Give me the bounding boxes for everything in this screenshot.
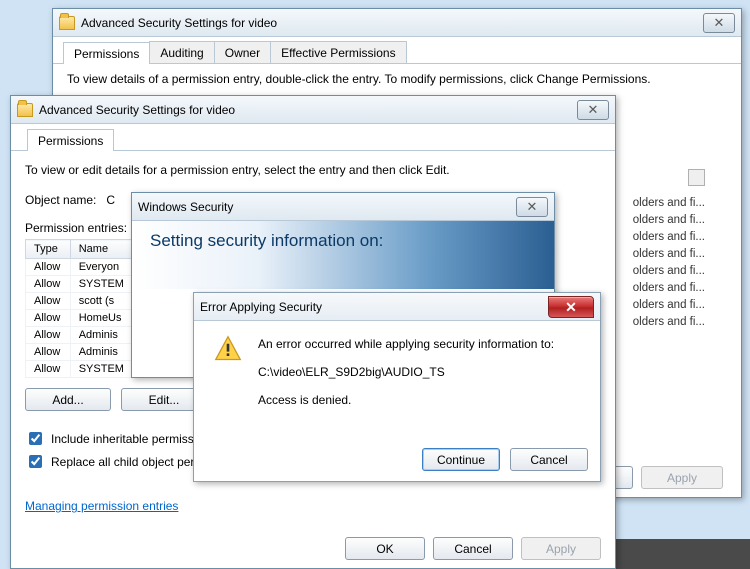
checkbox-label: Include inheritable permission <box>51 432 210 446</box>
back-title: Advanced Security Settings for video <box>81 16 277 30</box>
back-tabs: Permissions Auditing Owner Effective Per… <box>53 37 741 64</box>
table-row[interactable]: Allowscott (s <box>26 293 135 310</box>
ok-button[interactable]: OK <box>345 537 425 560</box>
front-hint: To view or edit details for a permission… <box>25 163 601 177</box>
cancel-button[interactable]: Cancel <box>433 537 513 560</box>
apply-to-item: olders and fi... <box>633 297 705 314</box>
close-icon[interactable]: ✕ <box>516 197 548 217</box>
error-dialog: Error Applying Security ✕ An error occur… <box>193 292 601 482</box>
error-buttons: Continue Cancel <box>422 448 588 471</box>
progress-heading: Setting security information on: <box>150 231 383 250</box>
apply-to-item: olders and fi... <box>633 195 705 212</box>
checkbox-icon[interactable] <box>29 455 42 468</box>
warning-icon <box>214 335 242 363</box>
error-titlebar: Error Applying Security ✕ <box>194 293 600 321</box>
error-line3: Access is denied. <box>258 391 554 409</box>
error-path: C:\video\ELR_S9D2big\AUDIO_TS <box>258 363 554 381</box>
tab-effective[interactable]: Effective Permissions <box>270 41 407 63</box>
background-strip <box>610 539 750 569</box>
folder-icon <box>59 16 75 30</box>
error-line1: An error occurred while applying securit… <box>258 335 554 353</box>
apply-to-item: olders and fi... <box>633 280 705 297</box>
table-row[interactable]: AllowSYSTEM <box>26 361 135 378</box>
progress-title: Windows Security <box>138 200 233 214</box>
permissions-table[interactable]: TypeName AllowEveryon AllowSYSTEM Allows… <box>25 239 135 378</box>
apply-to-item: olders and fi... <box>633 314 705 331</box>
add-button[interactable]: Add... <box>25 388 111 411</box>
tab-permissions[interactable]: Permissions <box>63 42 150 64</box>
apply-to-item: olders and fi... <box>633 229 705 246</box>
apply-button: Apply <box>641 466 723 489</box>
col-type[interactable]: Type <box>26 240 71 259</box>
apply-to-fragment: olders and fi... olders and fi... olders… <box>633 195 705 331</box>
checkbox-label: Replace all child object permi <box>51 455 207 469</box>
object-name-value: C <box>106 193 115 207</box>
cancel-button[interactable]: Cancel <box>510 448 588 471</box>
error-title: Error Applying Security <box>200 300 322 314</box>
front-title: Advanced Security Settings for video <box>39 103 235 117</box>
apply-to-item: olders and fi... <box>633 246 705 263</box>
object-name-label: Object name: <box>25 193 96 207</box>
front-tabs: Permissions <box>11 124 615 151</box>
close-icon[interactable]: ✕ <box>548 296 594 318</box>
front-button-row: OK Cancel Apply <box>345 537 601 560</box>
tab-auditing[interactable]: Auditing <box>149 41 214 63</box>
folder-icon <box>17 103 33 117</box>
apply-to-item: olders and fi... <box>633 263 705 280</box>
tab-permissions[interactable]: Permissions <box>27 129 114 151</box>
close-icon[interactable]: ✕ <box>703 13 735 33</box>
back-hint: To view details of a permission entry, d… <box>53 64 741 94</box>
table-row[interactable]: AllowAdminis <box>26 344 135 361</box>
table-row[interactable]: AllowHomeUs <box>26 310 135 327</box>
progress-titlebar: Windows Security ✕ <box>132 193 554 221</box>
apply-button: Apply <box>521 537 601 560</box>
tab-owner[interactable]: Owner <box>214 41 271 63</box>
scroll-stub[interactable] <box>688 169 705 186</box>
close-icon[interactable]: ✕ <box>577 100 609 120</box>
col-name[interactable]: Name <box>70 240 134 259</box>
table-row[interactable]: AllowSYSTEM <box>26 276 135 293</box>
table-row[interactable]: AllowAdminis <box>26 327 135 344</box>
managing-permissions-link[interactable]: Managing permission entries <box>25 499 178 513</box>
progress-heading-band: Setting security information on: <box>132 221 554 265</box>
table-row[interactable]: AllowEveryon <box>26 259 135 276</box>
continue-button[interactable]: Continue <box>422 448 500 471</box>
apply-to-item: olders and fi... <box>633 212 705 229</box>
front-titlebar: Advanced Security Settings for video ✕ <box>11 96 615 124</box>
back-titlebar: Advanced Security Settings for video ✕ <box>53 9 741 37</box>
checkbox-icon[interactable] <box>29 432 42 445</box>
progress-subband <box>132 265 554 289</box>
